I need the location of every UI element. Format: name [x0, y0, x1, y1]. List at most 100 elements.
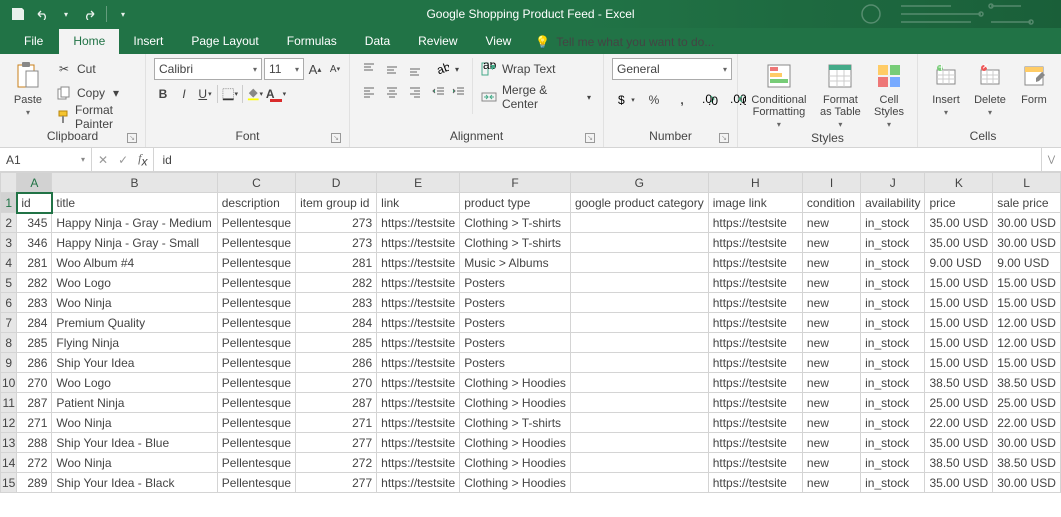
- cell-A2[interactable]: 345: [17, 213, 52, 233]
- cell-H5[interactable]: https://testsite: [708, 273, 802, 293]
- cell-J1[interactable]: availability: [861, 193, 925, 213]
- cell-H10[interactable]: https://testsite: [708, 373, 802, 393]
- cell-B8[interactable]: Flying Ninja: [52, 333, 217, 353]
- col-header-C[interactable]: C: [217, 173, 295, 193]
- cell-K2[interactable]: 35.00 USD: [925, 213, 993, 233]
- cell-L4[interactable]: 9.00 USD: [993, 253, 1061, 273]
- cell-L2[interactable]: 30.00 USD: [993, 213, 1061, 233]
- cell-G3[interactable]: [570, 233, 708, 253]
- cell-L9[interactable]: 15.00 USD: [993, 353, 1061, 373]
- cell-J6[interactable]: in_stock: [861, 293, 925, 313]
- row-header-7[interactable]: 7: [1, 313, 17, 333]
- alignment-dialog-launcher[interactable]: ↘: [585, 133, 595, 143]
- cell-C15[interactable]: Pellentesque: [217, 473, 295, 493]
- cell-E10[interactable]: https://testsite: [377, 373, 460, 393]
- cell-G4[interactable]: [570, 253, 708, 273]
- cell-B7[interactable]: Premium Quality: [52, 313, 217, 333]
- format-cells-button[interactable]: Form: [1014, 58, 1054, 108]
- cell-I6[interactable]: new: [802, 293, 860, 313]
- cell-A4[interactable]: 281: [17, 253, 52, 273]
- cell-L3[interactable]: 30.00 USD: [993, 233, 1061, 253]
- row-header-9[interactable]: 9: [1, 353, 17, 373]
- align-right-button[interactable]: [404, 81, 426, 103]
- cell-B2[interactable]: Happy Ninja - Gray - Medium: [52, 213, 217, 233]
- cell-L8[interactable]: 12.00 USD: [993, 333, 1061, 353]
- row-header-14[interactable]: 14: [1, 453, 17, 473]
- cell-F5[interactable]: Posters: [460, 273, 571, 293]
- cell-D10[interactable]: 270: [296, 373, 377, 393]
- cell-A14[interactable]: 272: [17, 453, 52, 473]
- cell-A8[interactable]: 285: [17, 333, 52, 353]
- cell-I10[interactable]: new: [802, 373, 860, 393]
- cell-D15[interactable]: 277: [296, 473, 377, 493]
- accounting-format-button[interactable]: $▾: [612, 88, 640, 112]
- cell-H8[interactable]: https://testsite: [708, 333, 802, 353]
- cell-B5[interactable]: Woo Logo: [52, 273, 217, 293]
- cell-L1[interactable]: sale price: [993, 193, 1061, 213]
- cell-K8[interactable]: 15.00 USD: [925, 333, 993, 353]
- cell-E11[interactable]: https://testsite: [377, 393, 460, 413]
- cell-K3[interactable]: 35.00 USD: [925, 233, 993, 253]
- cell-F12[interactable]: Clothing > T-shirts: [460, 413, 571, 433]
- worksheet[interactable]: ABCDEFGHIJKL1idtitledescriptionitem grou…: [0, 172, 1061, 493]
- align-left-button[interactable]: [358, 81, 380, 103]
- cell-I7[interactable]: new: [802, 313, 860, 333]
- copy-button[interactable]: Copy▾: [52, 82, 137, 104]
- tab-page-layout[interactable]: Page Layout: [177, 29, 272, 54]
- tab-review[interactable]: Review: [404, 29, 471, 54]
- cell-K6[interactable]: 15.00 USD: [925, 293, 993, 313]
- cell-C12[interactable]: Pellentesque: [217, 413, 295, 433]
- col-header-L[interactable]: L: [993, 173, 1061, 193]
- cell-G9[interactable]: [570, 353, 708, 373]
- cell-A9[interactable]: 286: [17, 353, 52, 373]
- cell-J12[interactable]: in_stock: [861, 413, 925, 433]
- enter-formula-icon[interactable]: ✓: [118, 153, 128, 167]
- cell-H2[interactable]: https://testsite: [708, 213, 802, 233]
- formula-input[interactable]: id: [154, 148, 1041, 171]
- cell-E12[interactable]: https://testsite: [377, 413, 460, 433]
- cell-G15[interactable]: [570, 473, 708, 493]
- name-box[interactable]: A1▾: [0, 148, 92, 171]
- cell-D2[interactable]: 273: [296, 213, 377, 233]
- clipboard-dialog-launcher[interactable]: ↘: [127, 133, 137, 143]
- cell-J9[interactable]: in_stock: [861, 353, 925, 373]
- cell-E3[interactable]: https://testsite: [377, 233, 460, 253]
- col-header-B[interactable]: B: [52, 173, 217, 193]
- cut-button[interactable]: ✂Cut: [52, 58, 137, 80]
- cell-I1[interactable]: condition: [802, 193, 860, 213]
- cell-B12[interactable]: Woo Ninja: [52, 413, 217, 433]
- number-dialog-launcher[interactable]: ↘: [719, 133, 729, 143]
- cell-C8[interactable]: Pellentesque: [217, 333, 295, 353]
- align-bottom-button[interactable]: [404, 58, 426, 80]
- cell-I5[interactable]: new: [802, 273, 860, 293]
- italic-button[interactable]: I: [175, 84, 193, 104]
- bold-button[interactable]: B: [154, 84, 172, 104]
- row-header-2[interactable]: 2: [1, 213, 17, 233]
- cell-I8[interactable]: new: [802, 333, 860, 353]
- cell-I15[interactable]: new: [802, 473, 860, 493]
- wrap-text-button[interactable]: abWrap Text: [477, 58, 595, 80]
- cell-G13[interactable]: [570, 433, 708, 453]
- cell-B9[interactable]: Ship Your Idea: [52, 353, 217, 373]
- cell-B10[interactable]: Woo Logo: [52, 373, 217, 393]
- cell-H7[interactable]: https://testsite: [708, 313, 802, 333]
- insert-cells-button[interactable]: +Insert▾: [926, 58, 966, 119]
- cell-H3[interactable]: https://testsite: [708, 233, 802, 253]
- cell-K11[interactable]: 25.00 USD: [925, 393, 993, 413]
- redo-icon[interactable]: [82, 6, 98, 22]
- cell-C4[interactable]: Pellentesque: [217, 253, 295, 273]
- undo-dropdown-icon[interactable]: ▾: [58, 6, 74, 22]
- col-header-H[interactable]: H: [708, 173, 802, 193]
- cell-J14[interactable]: in_stock: [861, 453, 925, 473]
- cell-G7[interactable]: [570, 313, 708, 333]
- comma-format-button[interactable]: ,: [668, 88, 696, 112]
- cell-A11[interactable]: 287: [17, 393, 52, 413]
- cell-J10[interactable]: in_stock: [861, 373, 925, 393]
- font-name-combo[interactable]: Calibri▾: [154, 58, 262, 80]
- cell-I11[interactable]: new: [802, 393, 860, 413]
- cell-K14[interactable]: 38.50 USD: [925, 453, 993, 473]
- cell-L13[interactable]: 30.00 USD: [993, 433, 1061, 453]
- cell-E6[interactable]: https://testsite: [377, 293, 460, 313]
- cell-C13[interactable]: Pellentesque: [217, 433, 295, 453]
- borders-button[interactable]: ▾: [221, 84, 239, 104]
